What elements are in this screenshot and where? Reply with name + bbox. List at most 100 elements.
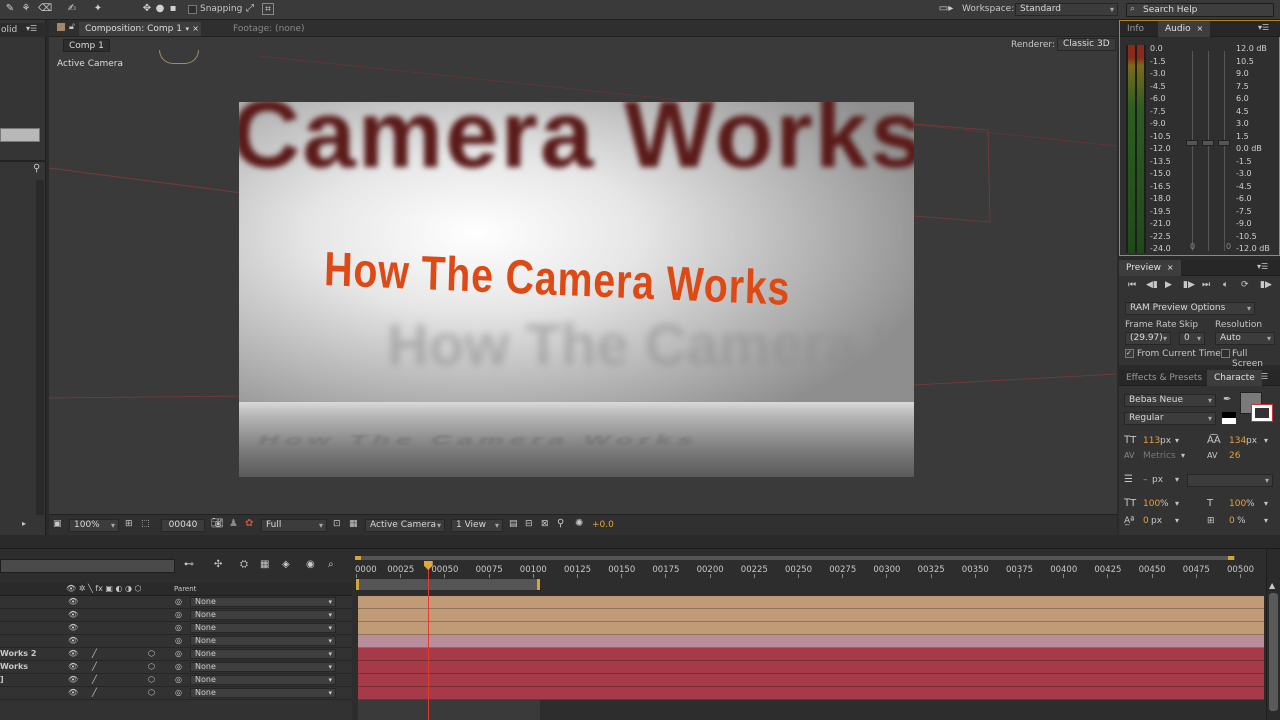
stroke-width-dropdown-icon[interactable]: ▾ — [1175, 475, 1179, 484]
parent-dropdown[interactable]: None — [190, 662, 336, 672]
lock-icon[interactable]: 🔓︎ — [69, 22, 75, 32]
quality-switch-icon[interactable]: ╱ — [92, 648, 97, 660]
world-axis-icon[interactable]: ● — [154, 3, 166, 15]
title-safe-icon[interactable]: ⊞ — [125, 519, 133, 529]
visibility-eye-icon[interactable]: 👁︎ — [68, 635, 78, 647]
audio-panel-menu-icon[interactable]: ▾☰ — [1258, 23, 1269, 32]
tsume-dropdown-icon[interactable]: ▾ — [1264, 516, 1268, 525]
eraser-tool-icon[interactable]: ⌫ — [38, 3, 52, 15]
kerning-value[interactable]: Metrics — [1143, 451, 1176, 461]
leading-value[interactable]: 134 — [1229, 436, 1246, 446]
color-channels-icon[interactable]: ✿ — [245, 518, 253, 529]
slider-thumb-left[interactable] — [1186, 140, 1198, 146]
3d-layer-icon[interactable]: ⬡ — [148, 648, 155, 660]
parent-pick-whip-icon[interactable]: ◎ — [175, 674, 182, 686]
3d-layer-icon[interactable]: ⬡ — [148, 687, 155, 699]
work-area-left-marker[interactable] — [356, 579, 359, 590]
toggle-pixel-aspect-icon[interactable]: ▤ — [509, 519, 518, 529]
search-help-field[interactable]: ⌕ Search Help — [1126, 3, 1274, 17]
comp-mini-flowchart-icon[interactable]: ⊷ — [184, 559, 194, 570]
scroll-thumb[interactable] — [1269, 593, 1278, 711]
time-ruler[interactable]: 0000 00025 00050 00075 00100 00125 00150 00175 0… — [355, 549, 1265, 579]
3d-view-dropdown[interactable]: Active Camera — [365, 519, 445, 532]
region-of-interest-icon[interactable]: ⊡ — [333, 519, 341, 529]
visibility-eye-icon[interactable]: 👁︎ — [68, 622, 78, 634]
tab-audio-close-icon[interactable]: × — [1196, 24, 1203, 33]
layer-row[interactable]: 👁︎ ◎ None — [0, 609, 352, 622]
tab-close-icon[interactable]: × — [192, 22, 199, 36]
white-swatch[interactable] — [1222, 418, 1236, 424]
layer-duration-bar[interactable] — [358, 661, 1264, 674]
layer-name[interactable]: Works — [0, 661, 28, 673]
tab-audio[interactable]: Audio × — [1158, 21, 1211, 37]
parent-dropdown[interactable]: None — [190, 636, 336, 646]
visibility-eye-icon[interactable]: 👁︎ — [68, 648, 78, 660]
workspace-dropdown[interactable]: Standard — [1015, 3, 1118, 16]
layer-duration-bar[interactable] — [358, 596, 1264, 609]
first-frame-icon[interactable]: ⏮ — [1128, 280, 1136, 290]
font-size-dropdown-icon[interactable]: ▾ — [1175, 436, 1179, 445]
visibility-eye-icon[interactable]: 👁︎ — [68, 609, 78, 621]
draft-3d-icon[interactable]: ⛭ — [240, 559, 248, 570]
parent-pick-whip-icon[interactable]: ◎ — [175, 596, 182, 608]
leading-dropdown-icon[interactable]: ▾ — [1264, 436, 1268, 445]
baseline-shift-dropdown-icon[interactable]: ▾ — [1175, 516, 1179, 525]
tracking-value[interactable]: 26 — [1229, 451, 1240, 461]
parent-pick-whip-icon[interactable]: ◎ — [175, 635, 182, 647]
reset-exposure-icon[interactable]: ✺ — [575, 518, 583, 529]
3d-layer-icon[interactable]: ⬡ — [148, 674, 155, 686]
frame-rate-dropdown[interactable]: (29.97) — [1125, 332, 1171, 345]
resolution-dropdown[interactable]: Full — [261, 519, 327, 532]
timeline-icon[interactable]: ⊠ — [541, 519, 549, 529]
quality-switch-icon[interactable]: ╱ — [92, 674, 97, 686]
mask-visibility-icon[interactable]: ⬚ — [141, 519, 150, 529]
hide-shy-layers-icon[interactable]: ▦ — [260, 559, 269, 570]
panel-menu-icon[interactable]: ▾☰ — [26, 24, 37, 33]
snap-features-icon[interactable]: ⌗ — [262, 3, 274, 15]
ram-preview-icon[interactable]: ▮▶ — [1260, 280, 1272, 290]
stroke-width-value[interactable]: – — [1143, 475, 1148, 485]
magnification-dropdown[interactable]: 100% — [69, 519, 119, 532]
fast-previews-icon[interactable]: ⊟ — [525, 519, 533, 529]
layer-duration-bar[interactable] — [358, 648, 1264, 661]
tab-preview-close-icon[interactable]: × — [1167, 263, 1174, 272]
from-current-time-checkbox[interactable]: ✓ — [1125, 349, 1134, 359]
parent-dropdown[interactable]: None — [190, 623, 336, 633]
composition-frame[interactable]: Camera Works How The Camera Works How Th… — [239, 102, 914, 477]
stroke-color-swatch[interactable] — [1251, 404, 1273, 422]
layer-row[interactable]: Works 👁︎ ╱ ⬡ ◎ None — [0, 661, 352, 674]
horizontal-scale-value[interactable]: 100 — [1229, 499, 1246, 509]
font-family-dropdown[interactable]: Bebas Neue — [1124, 394, 1216, 407]
brush-tool-icon[interactable]: ✎ — [4, 3, 16, 15]
tab-info[interactable]: Info — [1120, 21, 1151, 37]
preview-panel-menu-icon[interactable]: ▾☰ — [1257, 262, 1268, 271]
stroke-type-dropdown[interactable] — [1187, 474, 1273, 487]
tab-effects-presets[interactable]: Effects & Presets — [1119, 370, 1209, 386]
full-screen-checkbox[interactable] — [1221, 349, 1230, 359]
layer-row[interactable]: 👁︎ ◎ None — [0, 635, 352, 648]
layer-row[interactable]: Works 2 👁︎ ╱ ⬡ ◎ None — [0, 648, 352, 661]
parent-dropdown[interactable]: None — [190, 649, 336, 659]
visibility-eye-icon[interactable]: 👁︎ — [68, 596, 78, 608]
puppet-pin-tool-icon[interactable]: ✦ — [92, 3, 104, 15]
3d-layer-icon[interactable]: ⬡ — [148, 661, 155, 673]
exposure-value[interactable]: +0.0 — [592, 520, 614, 530]
layer-duration-bar[interactable] — [358, 687, 1264, 700]
current-time-indicator[interactable] — [423, 561, 433, 720]
clone-stamp-tool-icon[interactable]: ⚘ — [20, 3, 32, 15]
loop-icon[interactable]: ⟳ — [1241, 280, 1249, 290]
eyedropper-icon[interactable]: ✒ — [1223, 394, 1231, 405]
renderer-button[interactable]: Classic 3D — [1057, 38, 1116, 51]
parent-dropdown[interactable]: None — [190, 688, 336, 698]
parent-dropdown[interactable]: None — [190, 610, 336, 620]
layer-row[interactable]: ] 👁︎ ╱ ⬡ ◎ None — [0, 674, 352, 687]
tab-preview[interactable]: Preview × — [1119, 260, 1181, 276]
transparency-grid-icon[interactable]: ▦ — [349, 519, 358, 529]
play-icon[interactable]: ▶ — [1165, 280, 1172, 290]
tab-footage[interactable]: Footage: (none) — [227, 22, 311, 36]
quality-switch-icon[interactable]: ╱ — [92, 687, 97, 699]
ram-preview-options-dropdown[interactable]: RAM Preview Options — [1125, 302, 1255, 315]
parent-dropdown[interactable]: None — [190, 675, 336, 685]
view-layout-dropdown[interactable]: 1 View — [451, 519, 503, 532]
scroll-up-icon[interactable]: ▲ — [1269, 581, 1275, 590]
